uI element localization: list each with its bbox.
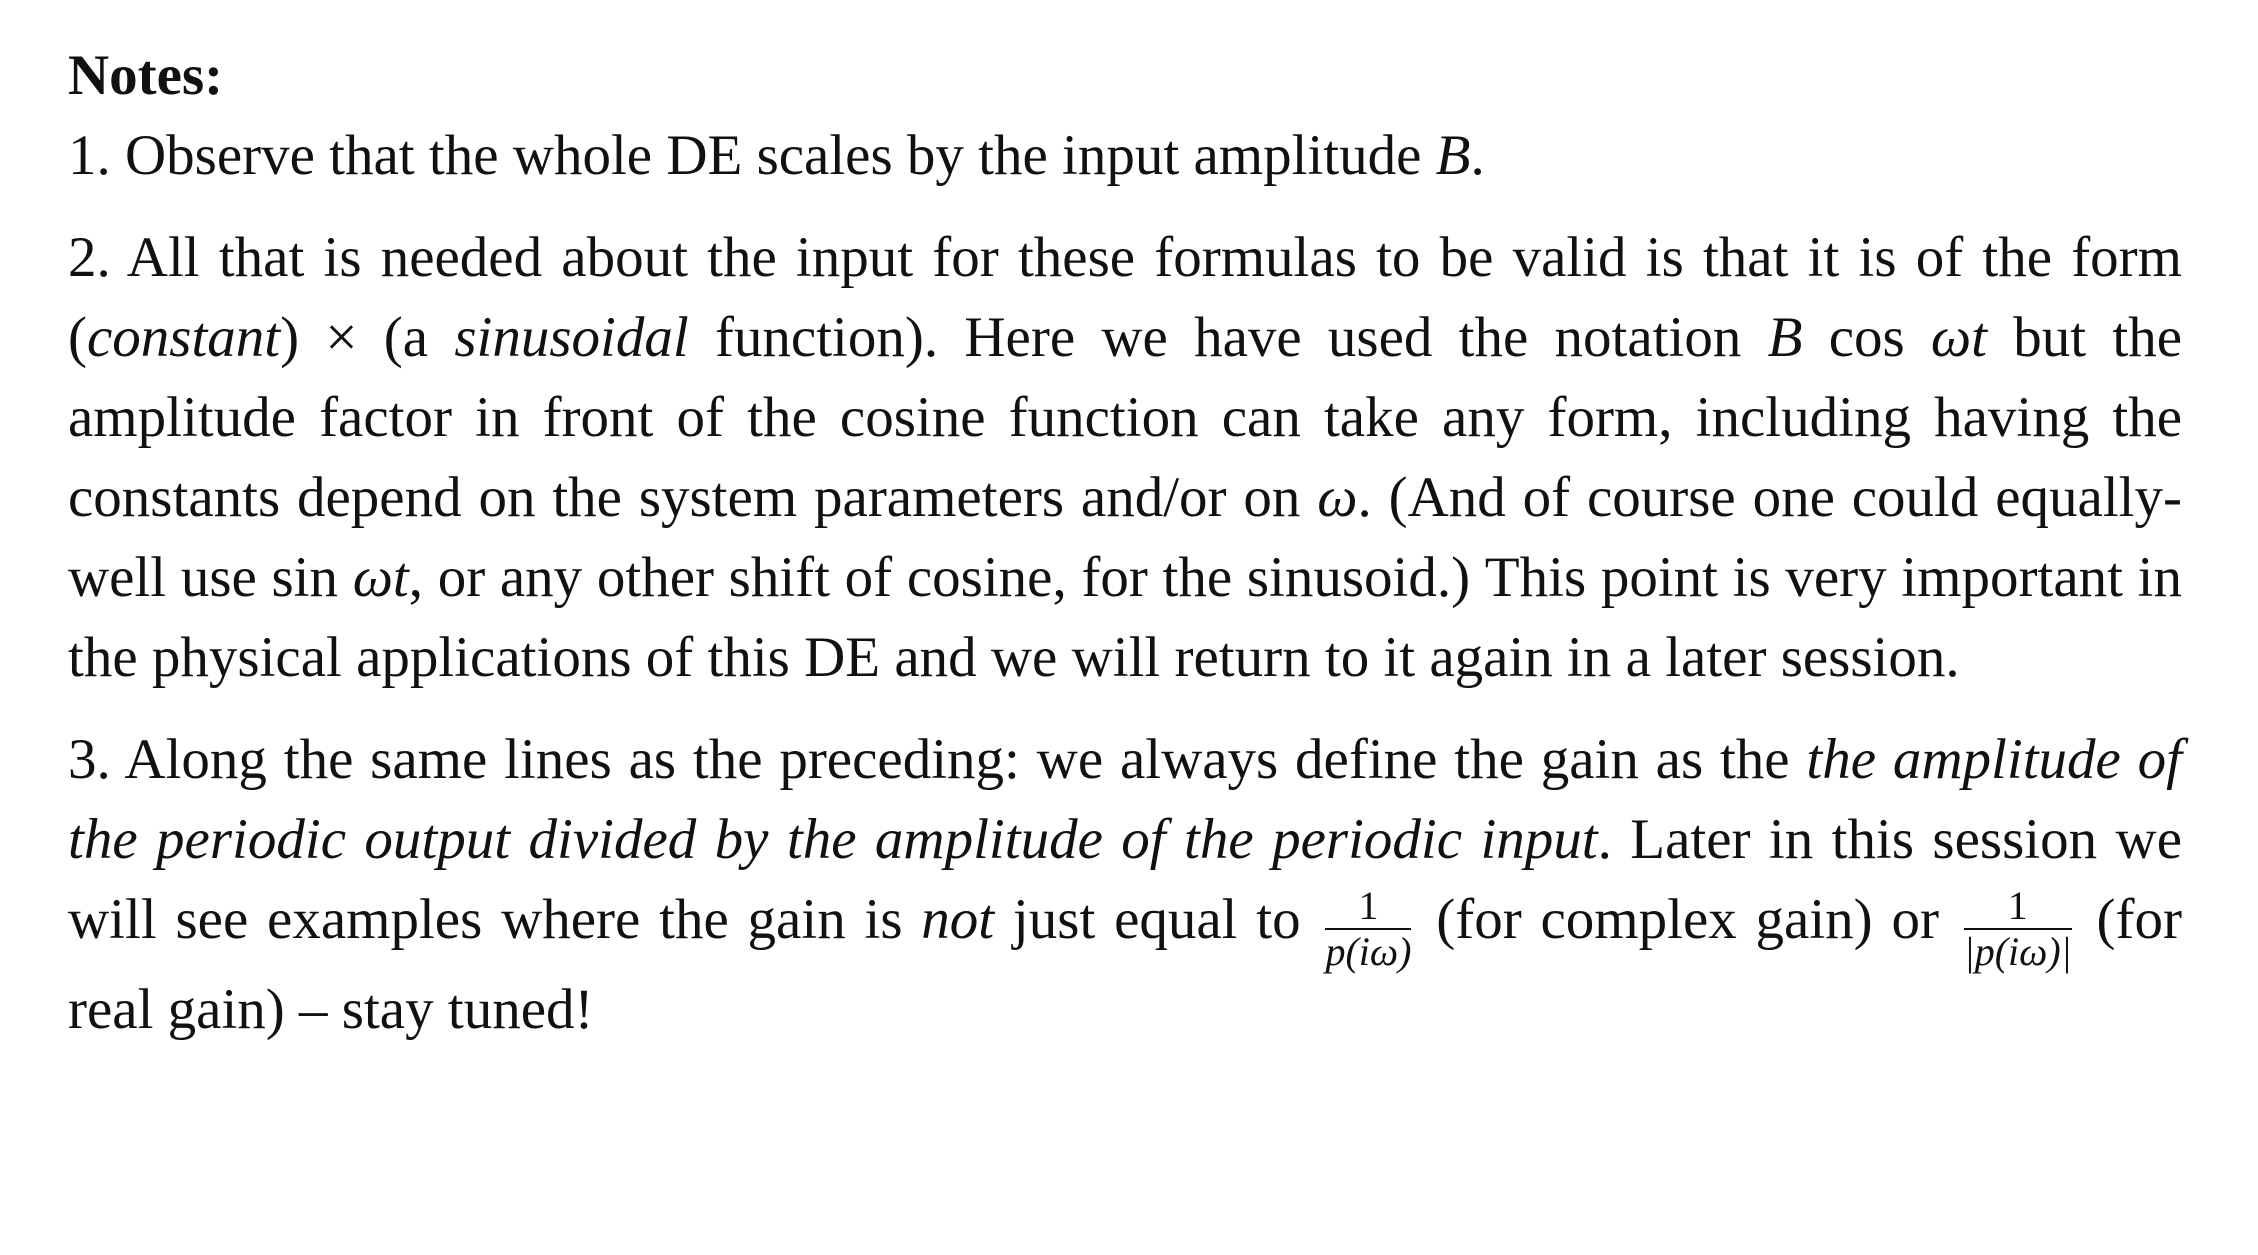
fraction: 1 p(iω) [1325, 884, 1412, 974]
emphasized-text: B [1767, 306, 1803, 369]
note-item-2: 2. All that is needed about the input fo… [68, 218, 2182, 698]
text-segment: 3. Along the same lines as the preceding… [68, 728, 1807, 791]
text-segment: ) × (a [280, 306, 455, 369]
fraction: 1 |p(iω)| [1963, 884, 2072, 974]
fraction-denominator: p(iω) [1325, 929, 1412, 974]
text-segment: function). Here we have used the notatio… [688, 306, 1768, 369]
text-segment: (for complex gain) or [1417, 888, 1958, 952]
emphasized-text: sinusoidal [454, 306, 689, 369]
note-item-1: 1. Observe that the whole DE scales by t… [68, 116, 2182, 196]
note-item-3: 3. Along the same lines as the preceding… [68, 720, 2182, 1050]
emphasized-text: not [921, 888, 995, 952]
text-segment: . [1470, 124, 1485, 187]
fraction-denominator: |p(iω)| [1963, 929, 2072, 974]
text-segment: cos [1802, 306, 1931, 369]
text-segment: just equal to [994, 888, 1320, 952]
notes-document: Notes: 1. Observe that the whole DE scal… [68, 36, 2182, 1072]
emphasized-text: constant [86, 306, 281, 369]
notes-list: 1. Observe that the whole DE scales by t… [68, 116, 2182, 1050]
notes-heading: Notes: [68, 44, 224, 107]
emphasized-text: ωt [1930, 306, 1988, 369]
fraction-numerator: 1 [1963, 884, 2072, 930]
text-segment: 1. Observe that the whole DE scales by t… [68, 124, 1436, 187]
emphasized-text: ωt [352, 546, 409, 609]
emphasized-text: ω [1317, 466, 1358, 529]
emphasized-text: B [1435, 124, 1471, 187]
fraction-numerator: 1 [1325, 884, 1412, 930]
